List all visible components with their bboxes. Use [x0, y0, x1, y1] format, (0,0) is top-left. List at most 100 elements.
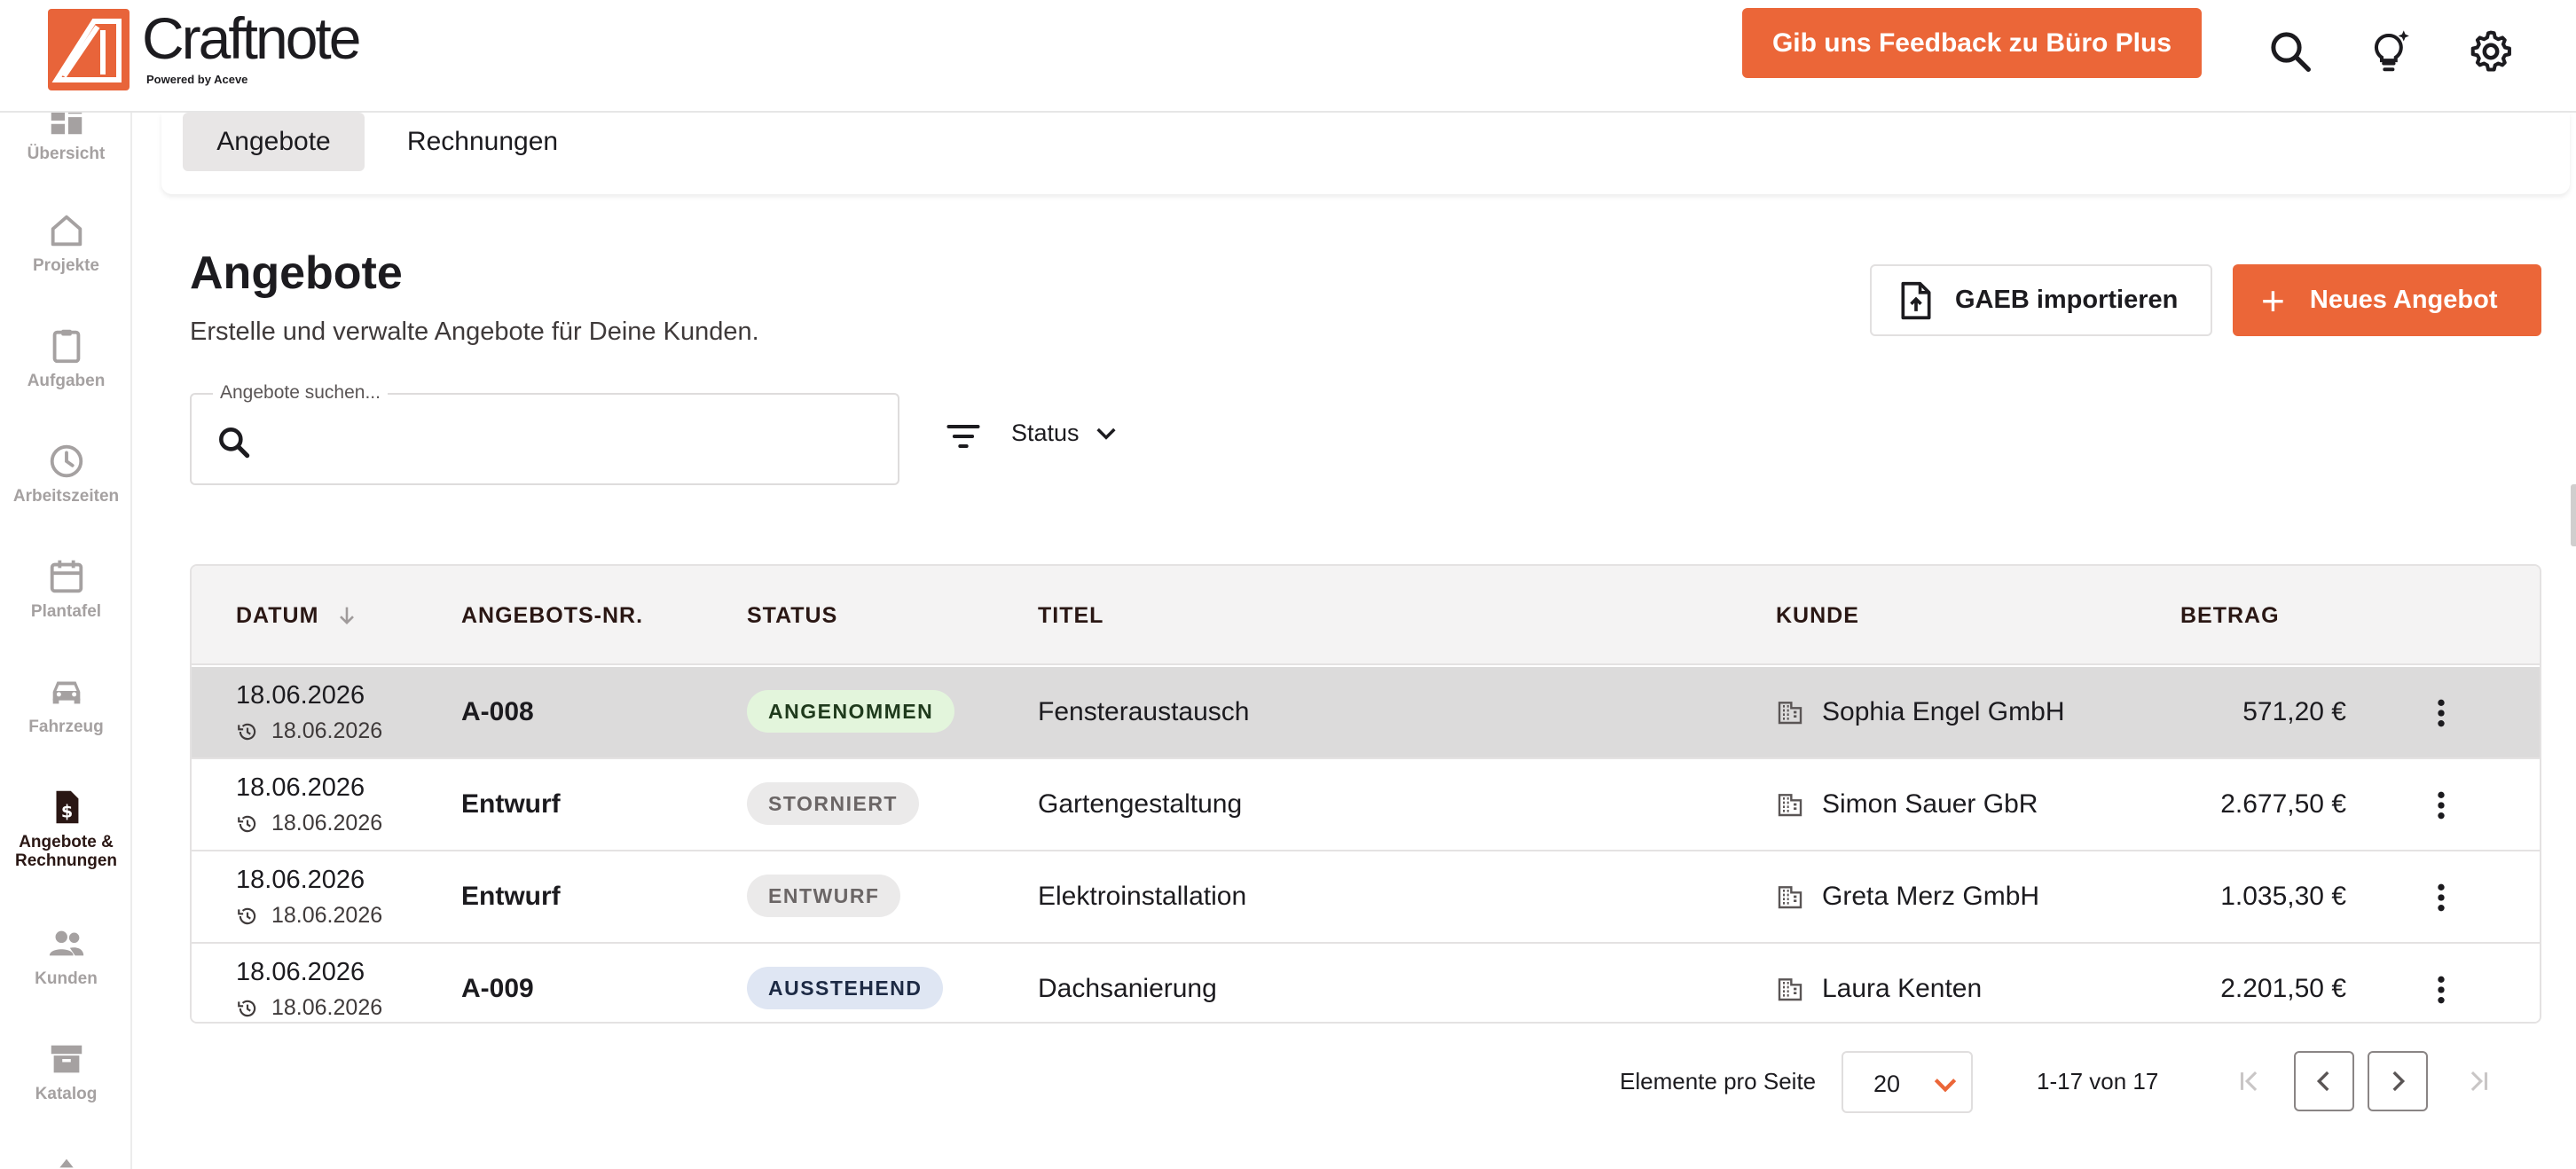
car-icon	[52, 681, 80, 704]
search-field[interactable]: Angebote suchen...	[190, 382, 899, 485]
sidebar-item-projekte[interactable]: Projekte	[0, 210, 130, 275]
table-row[interactable]: 18.06.2026 18.06.2026 Entwurf STORNIERT Gart…	[192, 759, 2540, 851]
tab-angebote[interactable]: Angebote	[183, 113, 365, 171]
sidebar-item-aufgaben[interactable]: Aufgaben	[0, 326, 130, 390]
row-modified: 18.06.2026	[236, 903, 382, 929]
chevron-left-icon	[2316, 1071, 2329, 1092]
more-vert-icon[interactable]	[2423, 970, 2459, 1009]
row-customer-name: Sophia Engel GmbH	[1822, 697, 2065, 726]
history-icon	[238, 815, 256, 832]
row-date: 18.06.2026	[236, 681, 365, 710]
sidebar-item-katalog[interactable]: Katalog	[0, 1039, 130, 1103]
per-page-select[interactable]: 20	[1842, 1051, 1973, 1113]
row-customer: Greta Merz GmbH	[1776, 882, 2039, 912]
sidebar-item-uebersicht[interactable]: Übersicht	[0, 113, 130, 163]
column-header-angebots-nr[interactable]: ANGEBOTS-NR.	[461, 603, 643, 629]
more-vert-icon[interactable]	[2423, 786, 2459, 825]
people-icon	[49, 930, 83, 956]
search-icon[interactable]	[2264, 25, 2317, 78]
row-modified: 18.06.2026	[236, 995, 382, 1021]
search-input[interactable]	[271, 421, 875, 464]
row-offer-number: A-008	[461, 697, 534, 726]
first-page-button[interactable]	[2219, 1051, 2280, 1111]
history-icon	[238, 723, 256, 740]
brand-powered-by: Powered by Aceve	[146, 73, 248, 86]
plus-icon: +	[2261, 277, 2285, 324]
sidebar-item-angebote-rechnungen[interactable]: $ Angebote & Rechnungen	[0, 787, 130, 870]
per-page-label: Elemente pro Seite	[1620, 1068, 1817, 1094]
file-upload-icon	[1901, 281, 1931, 319]
sidebar-item-plantafel[interactable]: Plantafel	[0, 556, 130, 621]
more-nav-icon	[59, 1158, 74, 1168]
table-row[interactable]: 18.06.2026 18.06.2026 A-008 ANGENOMMEN Fenst…	[192, 667, 2540, 759]
search-label: Angebote suchen...	[213, 382, 388, 404]
row-date: 18.06.2026	[236, 958, 365, 986]
status-badge: AUSSTEHEND	[747, 967, 944, 1009]
table-row[interactable]: 18.06.2026 18.06.2026 Entwurf ENTWURF Elektr…	[192, 851, 2540, 944]
row-title: Elektroinstallation	[1038, 882, 1247, 911]
status-filter-dropdown[interactable]: Status	[1011, 419, 1120, 447]
column-header-status[interactable]: STATUS	[747, 603, 837, 629]
sidebar-item-label: Übersicht	[27, 145, 106, 163]
status-badge: ANGENOMMEN	[747, 690, 955, 733]
previous-page-button[interactable]	[2294, 1051, 2354, 1111]
column-header-betrag[interactable]: BETRAG	[2180, 603, 2280, 629]
history-icon	[238, 1000, 256, 1016]
top-bar: Craftnote Powered by Aceve Gib uns Feedb…	[0, 0, 2576, 113]
page-subtitle: Erstelle und verwalte Angebote für Deine…	[190, 318, 759, 346]
new-offer-button[interactable]: + Neues Angebot	[2233, 264, 2541, 336]
craftnote-logo-icon[interactable]	[48, 9, 130, 90]
filter-icon[interactable]	[944, 417, 983, 456]
feedback-button[interactable]: Gib uns Feedback zu Büro Plus	[1742, 8, 2202, 78]
column-header-titel[interactable]: TITEL	[1038, 603, 1103, 629]
brand-name: Craftnote	[142, 5, 361, 71]
gaeb-import-button[interactable]: GAEB importieren	[1870, 264, 2212, 336]
more-vert-icon[interactable]	[2423, 878, 2459, 917]
sidebar-item-more[interactable]	[0, 1154, 130, 1169]
status-badge: ENTWURF	[747, 875, 901, 917]
row-date: 18.06.2026	[236, 866, 365, 894]
archive-icon	[51, 1045, 82, 1073]
column-header-label: DATUM	[236, 603, 319, 628]
lightbulb-icon[interactable]	[2363, 25, 2416, 78]
row-customer: Laura Kenten	[1776, 974, 1982, 1004]
search-icon	[219, 428, 250, 459]
sidebar: Übersicht Projekte Aufgaben Arbeitszeite…	[0, 113, 132, 1169]
building-icon	[1778, 978, 1802, 1001]
next-page-button[interactable]	[2368, 1051, 2428, 1111]
row-title: Dachsanierung	[1038, 974, 1217, 1003]
column-header-datum[interactable]: DATUM	[236, 603, 359, 629]
history-icon	[238, 907, 256, 924]
row-modified-date: 18.06.2026	[271, 903, 383, 928]
building-icon	[1778, 794, 1802, 817]
last-page-button[interactable]	[2448, 1051, 2509, 1111]
scrollbar-handle[interactable]	[2571, 484, 2576, 546]
table-header: DATUM ANGEBOTS-NR. STATUS TITEL KUNDE BE…	[192, 566, 2540, 665]
more-vert-icon[interactable]	[2423, 694, 2459, 733]
row-modified-date: 18.06.2026	[271, 811, 383, 836]
row-amount: 571,20 €	[2242, 697, 2346, 726]
chevron-down-icon	[1096, 428, 1116, 440]
first-page-icon	[2240, 1071, 2258, 1092]
gear-icon[interactable]	[2464, 25, 2517, 78]
building-icon	[1778, 886, 1802, 909]
row-amount: 2.677,50 €	[2220, 789, 2346, 819]
column-header-kunde[interactable]: KUNDE	[1776, 603, 1859, 629]
pagination-range: 1-17 von 17	[2037, 1068, 2159, 1094]
dashboard-icon	[51, 113, 82, 135]
clipboard-icon	[52, 329, 80, 364]
clock-icon	[50, 444, 82, 478]
sidebar-item-fahrzeug[interactable]: Fahrzeug	[0, 671, 130, 736]
row-modified-date: 18.06.2026	[271, 995, 383, 1020]
status-filter-label: Status	[1011, 419, 1080, 446]
tabs-bar: Angebote Rechnungen	[161, 113, 2570, 194]
tab-rechnungen[interactable]: Rechnungen	[394, 113, 571, 171]
invoice-icon: $	[56, 790, 78, 824]
table-row[interactable]: 18.06.2026 18.06.2026 A-009 AUSSTEHEND Dachs…	[192, 944, 2540, 1022]
sidebar-item-kunden[interactable]: Kunden	[0, 923, 130, 988]
sidebar-item-label: Arbeitszeiten	[12, 487, 120, 506]
sidebar-item-arbeitszeiten[interactable]: Arbeitszeiten	[0, 441, 130, 506]
house-icon	[51, 215, 82, 247]
per-page-value: 20	[1873, 1071, 1901, 1097]
row-offer-number: Entwurf	[461, 882, 561, 911]
